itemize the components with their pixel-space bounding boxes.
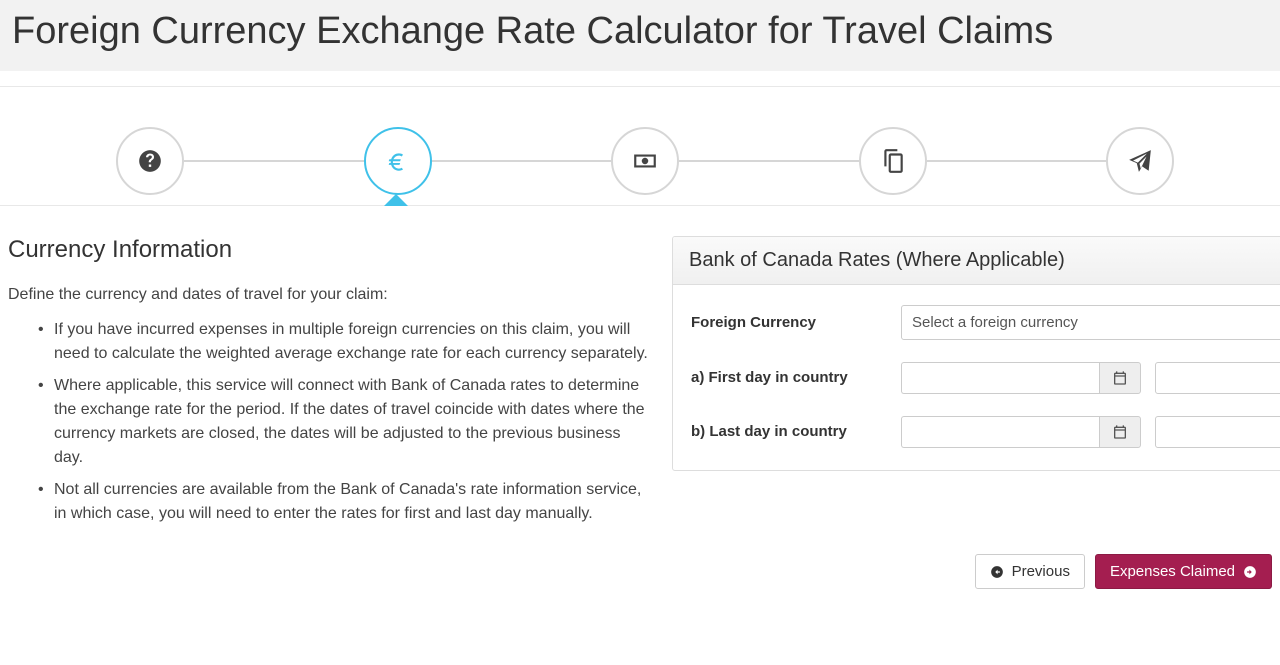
last-day-rate-input[interactable] bbox=[1155, 416, 1280, 448]
section-intro: Define the currency and dates of travel … bbox=[8, 286, 648, 304]
page-title: Foreign Currency Exchange Rate Calculato… bbox=[12, 10, 1268, 53]
currency-info-section: Currency Information Define the currency… bbox=[8, 236, 648, 534]
first-day-date-input[interactable] bbox=[901, 362, 1099, 394]
wizard-steps bbox=[0, 87, 1280, 206]
section-heading: Currency Information bbox=[8, 236, 648, 264]
info-bullet: Not all currencies are available from th… bbox=[54, 478, 648, 526]
wizard-step-currency[interactable] bbox=[364, 127, 432, 195]
next-button-label: Expenses Claimed bbox=[1110, 563, 1235, 580]
wizard-step-money[interactable] bbox=[611, 127, 679, 195]
first-day-calendar-button[interactable] bbox=[1099, 362, 1141, 394]
active-step-indicator bbox=[384, 194, 408, 206]
next-button[interactable]: Expenses Claimed bbox=[1095, 554, 1272, 589]
last-day-calendar-button[interactable] bbox=[1099, 416, 1141, 448]
arrow-right-circle-icon bbox=[1243, 565, 1257, 579]
copy-icon bbox=[880, 148, 906, 174]
wizard-step-send[interactable] bbox=[1106, 127, 1174, 195]
footer-buttons: Previous Expenses Claimed bbox=[0, 544, 1280, 605]
money-icon bbox=[632, 148, 658, 174]
panel-header: Bank of Canada Rates (Where Applicable) bbox=[673, 237, 1280, 285]
foreign-currency-select[interactable]: Select a foreign currency bbox=[901, 305, 1280, 340]
wizard-step-copy[interactable] bbox=[859, 127, 927, 195]
last-day-label: b) Last day in country bbox=[691, 422, 901, 442]
euro-icon bbox=[385, 148, 411, 174]
last-day-date-input[interactable] bbox=[901, 416, 1099, 448]
rates-panel: Bank of Canada Rates (Where Applicable) … bbox=[672, 236, 1280, 471]
info-bullet: Where applicable, this service will conn… bbox=[54, 374, 648, 470]
arrow-left-circle-icon bbox=[990, 565, 1004, 579]
paper-plane-icon bbox=[1127, 148, 1153, 174]
wizard-connector bbox=[184, 160, 364, 162]
previous-button-label: Previous bbox=[1012, 563, 1070, 580]
previous-button[interactable]: Previous bbox=[975, 554, 1085, 589]
wizard-connector bbox=[679, 160, 859, 162]
calendar-icon bbox=[1112, 370, 1128, 386]
first-day-label: a) First day in country bbox=[691, 368, 901, 388]
question-circle-icon bbox=[137, 148, 163, 174]
foreign-currency-label: Foreign Currency bbox=[691, 313, 901, 333]
page-title-bar: Foreign Currency Exchange Rate Calculato… bbox=[0, 0, 1280, 71]
select-placeholder: Select a foreign currency bbox=[912, 314, 1078, 331]
info-bullet: If you have incurred expenses in multipl… bbox=[54, 318, 648, 366]
calendar-icon bbox=[1112, 424, 1128, 440]
first-day-rate-input[interactable] bbox=[1155, 362, 1280, 394]
wizard-connector bbox=[927, 160, 1107, 162]
wizard-connector bbox=[432, 160, 612, 162]
wizard-step-help[interactable] bbox=[116, 127, 184, 195]
